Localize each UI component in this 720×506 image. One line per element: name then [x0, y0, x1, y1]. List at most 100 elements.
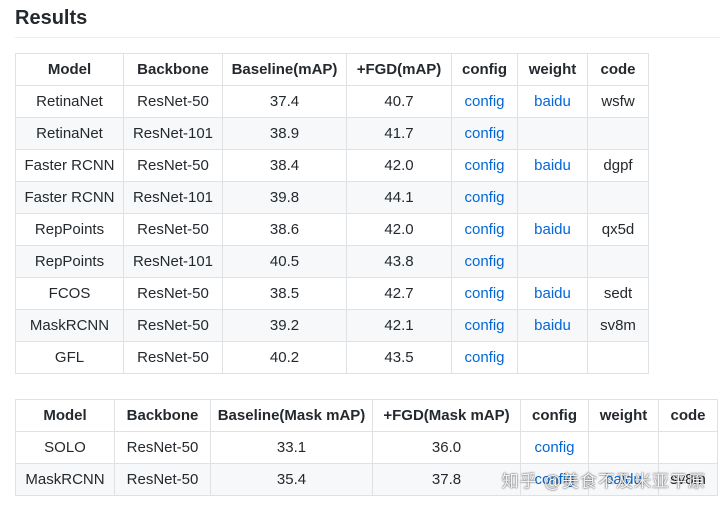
config-link[interactable]: config — [534, 439, 574, 456]
cell-code — [587, 181, 649, 214]
header-fgd: +FGD(Mask mAP) — [372, 399, 521, 432]
cell-baseline: 33.1 — [210, 431, 373, 464]
cell-baseline: 39.8 — [222, 181, 347, 214]
config-link[interactable]: config — [464, 349, 504, 366]
weight-link[interactable]: baidu — [605, 471, 642, 488]
cell-model: GFL — [15, 341, 124, 374]
cell-config-link[interactable]: config — [451, 149, 518, 182]
cell-fgd: 40.7 — [346, 85, 452, 118]
weight-link[interactable]: baidu — [534, 285, 571, 302]
cell-model: RepPoints — [15, 213, 124, 246]
cell-code — [587, 245, 649, 278]
detection-results-table: Model Backbone Baseline(mAP) +FGD(mAP) c… — [15, 53, 649, 374]
table-row: MaskRCNN ResNet-50 39.2 42.1 config baidu sv8m — [15, 309, 649, 342]
cell-baseline: 37.4 — [222, 85, 347, 118]
cell-fgd: 44.1 — [346, 181, 452, 214]
cell-config-link[interactable]: config — [451, 245, 518, 278]
table-row: GFL ResNet-50 40.2 43.5 config — [15, 341, 649, 374]
cell-config-link[interactable]: config — [451, 181, 518, 214]
weight-link[interactable]: baidu — [534, 221, 571, 238]
header-weight: weight — [517, 53, 588, 86]
cell-config-link[interactable]: config — [520, 431, 589, 464]
mask-results-table: Model Backbone Baseline(Mask mAP) +FGD(M… — [15, 399, 718, 496]
cell-weight-link[interactable]: baidu — [517, 149, 588, 182]
cell-baseline: 38.5 — [222, 277, 347, 310]
cell-fgd: 42.0 — [346, 149, 452, 182]
cell-backbone: ResNet-50 — [114, 431, 211, 464]
page-title: Results — [15, 7, 88, 29]
header-code: code — [587, 53, 649, 86]
cell-weight-link — [517, 117, 588, 150]
header-baseline: Baseline(Mask mAP) — [210, 399, 373, 432]
cell-fgd: 37.8 — [372, 463, 521, 496]
config-link[interactable]: config — [464, 189, 504, 206]
header-model: Model — [15, 399, 115, 432]
config-link[interactable]: config — [464, 253, 504, 270]
header-fgd: +FGD(mAP) — [346, 53, 452, 86]
cell-fgd: 42.0 — [346, 213, 452, 246]
cell-backbone: ResNet-50 — [114, 463, 211, 496]
cell-model: RetinaNet — [15, 85, 124, 118]
cell-baseline: 39.2 — [222, 309, 347, 342]
weight-link[interactable]: baidu — [534, 317, 571, 334]
cell-code: sv8m — [587, 309, 649, 342]
header-model: Model — [15, 53, 124, 86]
cell-weight-link[interactable]: baidu — [517, 309, 588, 342]
table-row: Faster RCNN ResNet-50 38.4 42.0 config baidu d… — [15, 149, 649, 182]
config-link[interactable]: config — [464, 93, 504, 110]
table-header-row: Model Backbone Baseline(mAP) +FGD(mAP) c… — [15, 53, 649, 86]
cell-weight-link — [517, 341, 588, 374]
cell-config-link[interactable]: config — [451, 341, 518, 374]
weight-link[interactable]: baidu — [534, 157, 571, 174]
cell-model: Faster RCNN — [15, 181, 124, 214]
cell-fgd: 42.1 — [346, 309, 452, 342]
config-link[interactable]: config — [464, 157, 504, 174]
cell-config-link[interactable]: config — [451, 309, 518, 342]
cell-weight-link[interactable]: baidu — [517, 277, 588, 310]
cell-code — [587, 117, 649, 150]
cell-code: sedt — [587, 277, 649, 310]
cell-config-link[interactable]: config — [451, 277, 518, 310]
config-link[interactable]: config — [464, 285, 504, 302]
cell-code: qx5d — [587, 213, 649, 246]
cell-weight-link[interactable]: baidu — [517, 85, 588, 118]
cell-config-link[interactable]: config — [451, 117, 518, 150]
header-config: config — [520, 399, 589, 432]
cell-backbone: ResNet-50 — [123, 213, 223, 246]
cell-code: sv8m — [658, 463, 718, 496]
header-backbone: Backbone — [123, 53, 223, 86]
config-link[interactable]: config — [464, 125, 504, 142]
cell-weight-link[interactable]: baidu — [517, 213, 588, 246]
cell-model: MaskRCNN — [15, 309, 124, 342]
cell-config-link[interactable]: config — [520, 463, 589, 496]
table-row: RetinaNet ResNet-50 37.4 40.7 config baidu wsf… — [15, 85, 649, 118]
cell-config-link[interactable]: config — [451, 85, 518, 118]
cell-model: MaskRCNN — [15, 463, 115, 496]
cell-backbone: ResNet-50 — [123, 149, 223, 182]
cell-baseline: 38.9 — [222, 117, 347, 150]
cell-config-link[interactable]: config — [451, 213, 518, 246]
cell-model: Faster RCNN — [15, 149, 124, 182]
cell-backbone: ResNet-101 — [123, 117, 223, 150]
cell-fgd: 36.0 — [372, 431, 521, 464]
config-link[interactable]: config — [464, 317, 504, 334]
weight-link[interactable]: baidu — [534, 93, 571, 110]
table-row: FCOS ResNet-50 38.5 42.7 config baidu sedt — [15, 277, 649, 310]
config-link[interactable]: config — [534, 471, 574, 488]
cell-fgd: 42.7 — [346, 277, 452, 310]
table-row: RepPoints ResNet-50 38.6 42.0 config baidu qx5… — [15, 213, 649, 246]
config-link[interactable]: config — [464, 221, 504, 238]
cell-weight-link[interactable]: baidu — [588, 463, 659, 496]
cell-code: wsfw — [587, 85, 649, 118]
cell-backbone: ResNet-50 — [123, 341, 223, 374]
header-backbone: Backbone — [114, 399, 211, 432]
cell-baseline: 38.6 — [222, 213, 347, 246]
cell-backbone: ResNet-101 — [123, 181, 223, 214]
cell-weight-link — [517, 245, 588, 278]
cell-baseline: 35.4 — [210, 463, 373, 496]
cell-code: dgpf — [587, 149, 649, 182]
cell-model: RepPoints — [15, 245, 124, 278]
cell-code — [587, 341, 649, 374]
title-divider — [15, 37, 720, 38]
cell-backbone: ResNet-50 — [123, 309, 223, 342]
